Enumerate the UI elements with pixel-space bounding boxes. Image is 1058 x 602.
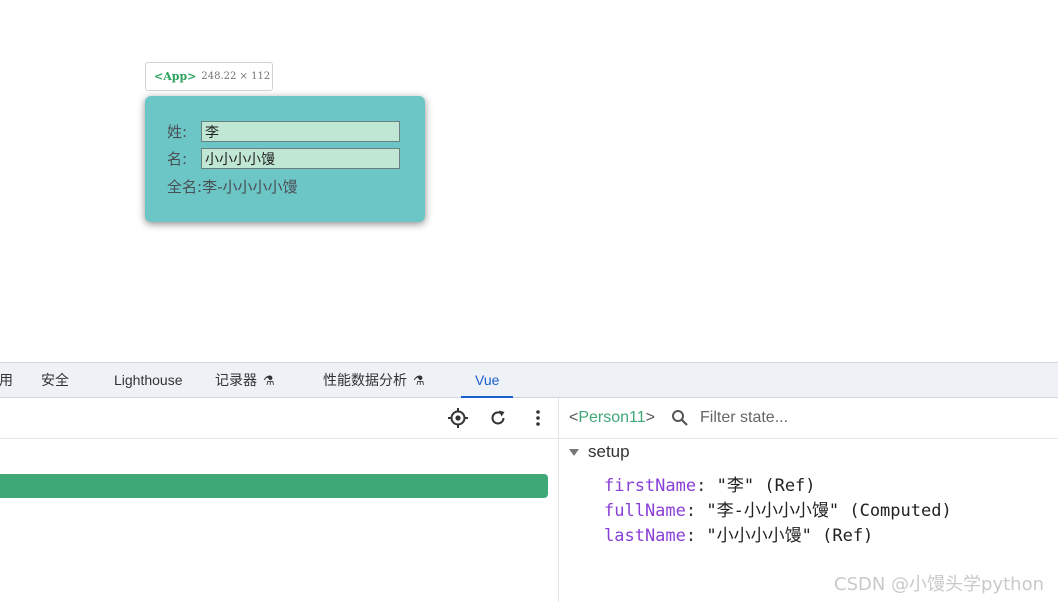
component-tag-name: <App> xyxy=(154,70,197,83)
first-name-row: 姓: xyxy=(167,121,400,142)
state-property[interactable]: firstName: "李" (Ref) xyxy=(604,471,816,496)
component-tree-toolbar xyxy=(0,398,558,439)
devtools-panel: 用 安全 Lighthouse 记录器 ⚗ 性能数据分析 ⚗ Vue <Person… xyxy=(0,362,1058,602)
last-name-input[interactable] xyxy=(201,148,400,169)
section-label: setup xyxy=(588,442,630,461)
devtools-tabbar: 用 安全 Lighthouse 记录器 ⚗ 性能数据分析 ⚗ Vue xyxy=(0,363,1058,398)
full-name-value: 李-小小小小馒 xyxy=(202,178,298,196)
component-close-bracket: > xyxy=(645,409,655,426)
property-key: lastName xyxy=(604,526,686,546)
tab-vue[interactable]: Vue xyxy=(460,363,515,398)
search-icon xyxy=(672,410,688,426)
component-open-bracket: < xyxy=(569,409,579,426)
first-name-label: 姓: xyxy=(167,123,188,141)
property-type: (Computed) xyxy=(849,501,952,521)
flask-icon: ⚗ xyxy=(263,373,275,388)
tab-lighthouse[interactable]: Lighthouse xyxy=(114,363,183,397)
refresh-icon[interactable] xyxy=(488,408,508,428)
last-name-row: 名: xyxy=(167,148,400,169)
state-property[interactable]: lastName: "小小小小馒" (Ref) xyxy=(604,521,873,546)
full-name-row: 全名: 李-小小小小馒 xyxy=(167,176,297,197)
filter-state-input[interactable] xyxy=(698,408,942,428)
tab-label: Vue xyxy=(475,372,500,388)
selected-component-row[interactable] xyxy=(0,474,548,498)
tab-label: 记录器 xyxy=(215,372,257,388)
more-vert-icon[interactable] xyxy=(528,408,548,428)
tab-label: 性能数据分析 xyxy=(323,372,407,388)
property-value: "李" xyxy=(716,476,755,496)
tab-security[interactable]: 安全 xyxy=(41,363,69,397)
flask-icon: ⚗ xyxy=(413,373,425,388)
tab-label: Lighthouse xyxy=(114,372,183,388)
property-key: fullName xyxy=(604,501,686,521)
tab-label: 安全 xyxy=(41,372,69,388)
tab-label: 用 xyxy=(0,372,13,388)
component-name-text: Person11 xyxy=(578,409,646,426)
property-key: firstName xyxy=(604,476,697,496)
last-name-label: 名: xyxy=(167,150,188,168)
state-property[interactable]: fullName: "李-小小小小馒" (Computed) xyxy=(604,496,952,521)
app-card: 姓: 名: 全名: 李-小小小小馒 xyxy=(145,96,425,222)
property-type: (Ref) xyxy=(822,526,874,546)
tab-performance-insights[interactable]: 性能数据分析 ⚗ xyxy=(323,363,425,397)
selected-component-name: <Person11> xyxy=(569,409,655,427)
tab-application-partial[interactable]: 用 xyxy=(0,363,13,397)
property-value: "李-小小小小馒" xyxy=(706,501,840,521)
target-icon[interactable] xyxy=(448,408,468,428)
component-size: 248.22 × 112 xyxy=(201,71,271,82)
property-type: (Ref) xyxy=(764,476,816,496)
first-name-input[interactable] xyxy=(201,121,400,142)
tab-recorder[interactable]: 记录器 ⚗ xyxy=(215,363,275,397)
caret-down-icon xyxy=(569,448,579,456)
setup-section-toggle[interactable]: setup xyxy=(569,442,630,462)
inspector-header: <Person11> xyxy=(559,398,1058,439)
property-value: "小小小小馒" xyxy=(706,526,812,546)
watermark: CSDN @小馒头学python xyxy=(834,574,1045,595)
full-name-label: 全名: xyxy=(167,178,203,196)
component-inspect-tooltip: <App> 248.22 × 112 xyxy=(145,62,273,91)
